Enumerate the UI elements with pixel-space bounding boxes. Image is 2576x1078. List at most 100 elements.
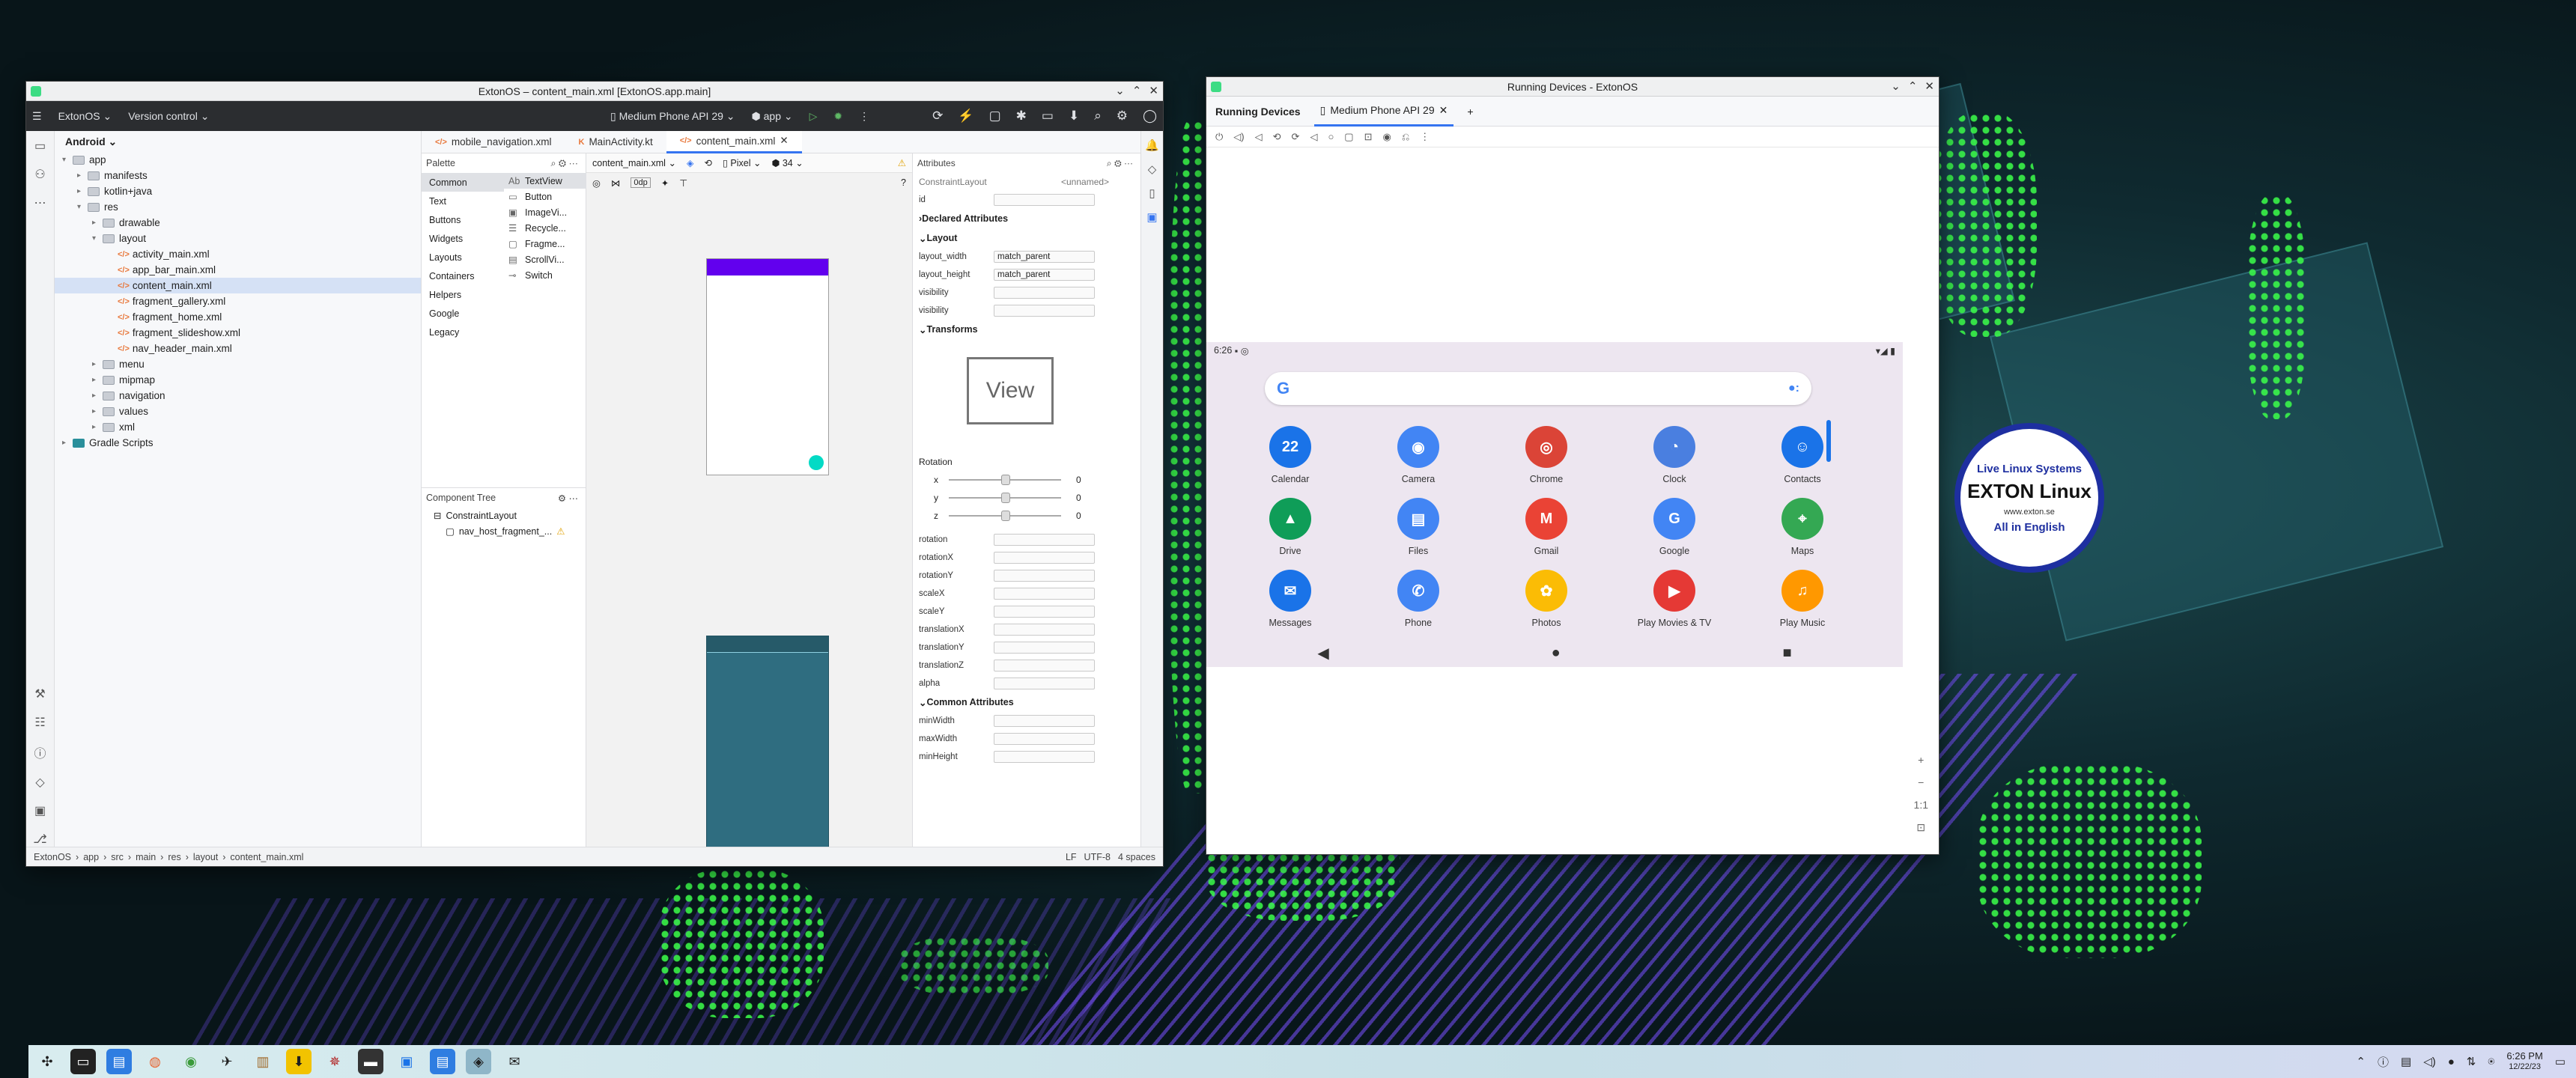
design-canvas[interactable]: content_main.xml ⌄ ◈ ⟲ ▯ Pixel ⌄ ⬢ 34 ⌄ … [586, 153, 912, 853]
volume-up-icon[interactable]: ◁) [1233, 131, 1244, 143]
breadcrumb-item[interactable]: layout [193, 852, 218, 862]
close-icon[interactable]: ✕ [1925, 79, 1934, 93]
back-icon[interactable]: ◁ [1310, 131, 1317, 143]
running-devices-icon[interactable]: ▣ [1146, 210, 1157, 224]
launcher-app[interactable]: ◎ Chrome [1501, 426, 1591, 484]
launcher-app[interactable]: ▤ Files [1373, 498, 1463, 556]
hamburger-menu-icon[interactable]: ☰ [32, 110, 42, 123]
attr-field[interactable] [994, 534, 1095, 546]
nav-back-icon[interactable]: ◀ [1317, 644, 1328, 663]
attr-field[interactable] [994, 588, 1095, 600]
launcher-app[interactable]: ✉ Messages [1245, 570, 1335, 628]
palette-category[interactable]: Containers [422, 267, 504, 285]
power-icon[interactable]: ⏻ [1215, 131, 1223, 143]
palette-category[interactable]: Common [422, 173, 504, 192]
launcher-app[interactable]: ◔ Clock [1629, 426, 1719, 484]
device-selector[interactable]: ▯ Medium Phone API 29 ⌄ [610, 110, 735, 123]
expand-arrow-icon[interactable]: ▸ [77, 171, 88, 180]
device-mirror-icon[interactable]: ▯ [1149, 186, 1155, 200]
zoom-actual[interactable]: 1:1 [1914, 799, 1928, 811]
bird-app-icon[interactable]: ✈ [214, 1049, 240, 1074]
more-icon[interactable]: ⋮ [859, 110, 869, 123]
palette-widget[interactable]: ▭ Button [504, 189, 586, 204]
guidelines-icon[interactable]: ⊤ [679, 177, 687, 189]
attr-field[interactable] [994, 606, 1095, 618]
palette-category[interactable]: Buttons [422, 210, 504, 229]
palette-widget[interactable]: ⊸ Switch [504, 267, 586, 283]
expand-arrow-icon[interactable]: ▸ [92, 407, 103, 415]
tray-expand-icon[interactable]: ⌃ [2356, 1055, 2366, 1068]
tree-item[interactable]: </> fragment_gallery.xml [55, 293, 421, 309]
attr-dropdown[interactable] [994, 305, 1095, 317]
attr-field[interactable] [994, 715, 1095, 727]
tree-item[interactable]: ▸ kotlin+java [55, 183, 421, 199]
sdk-icon[interactable]: ⬇ [1069, 109, 1079, 124]
stop-icon[interactable]: ▢ [989, 109, 1001, 124]
project-selector[interactable]: ExtonOS ⌄ [58, 110, 112, 123]
bluetooth-tray-icon[interactable]: ⍟ [2488, 1056, 2494, 1068]
snapshot-icon[interactable]: ⎌ [1402, 131, 1409, 143]
device-manager-icon[interactable]: ▭ [1042, 109, 1054, 124]
clock[interactable]: 6:26 PM 12/22/23 [2506, 1051, 2542, 1072]
rotate-right-icon[interactable]: ⟳ [1292, 131, 1300, 143]
tree-item[interactable]: ▸ values [55, 404, 421, 419]
vcs-selector[interactable]: Version control ⌄ [128, 110, 209, 123]
launcher-app[interactable]: M Gmail [1501, 498, 1591, 556]
android-studio-task-icon[interactable]: ◈ [466, 1049, 491, 1074]
rotation-slider[interactable] [949, 475, 1061, 485]
launcher-app[interactable]: ☺ Contacts [1758, 426, 1847, 484]
common-attributes-section[interactable]: ⌄ Common Attributes [913, 692, 1140, 712]
expand-arrow-icon[interactable]: ▾ [92, 234, 103, 243]
attr-field[interactable] [994, 751, 1095, 763]
file-encoding[interactable]: UTF-8 [1084, 852, 1111, 862]
tree-item[interactable]: </> activity_main.xml [55, 246, 421, 262]
tree-node-constraintlayout[interactable]: ⊟ ConstraintLayout [422, 508, 586, 523]
slider-thumb[interactable] [1001, 511, 1010, 521]
autoconnect-icon[interactable]: ⋈ [611, 177, 621, 189]
palette-category[interactable]: Widgets [422, 229, 504, 248]
zoom-fit-icon[interactable]: ⊡ [1916, 821, 1925, 834]
commit-tool-icon[interactable]: ⚇ [34, 167, 45, 182]
download-app-icon[interactable]: ⬇ [286, 1049, 312, 1074]
folder-app-icon[interactable]: ▤ [430, 1049, 455, 1074]
tree-item[interactable]: ▸ navigation [55, 388, 421, 404]
home-icon[interactable]: ○ [1328, 131, 1334, 142]
volume-down-icon[interactable]: ◁ [1255, 131, 1263, 143]
ide-title-bar[interactable]: ExtonOS – content_main.xml [ExtonOS.app.… [26, 82, 1163, 101]
attr-field[interactable] [994, 733, 1095, 745]
minimize-icon[interactable]: ⌄ [1115, 84, 1125, 97]
orientation-icon[interactable]: ⟲ [705, 157, 712, 168]
tree-item[interactable]: ▾ layout [55, 231, 421, 246]
attr-field[interactable] [994, 552, 1095, 564]
launcher-app[interactable]: ⌖ Maps [1758, 498, 1847, 556]
minimize-icon[interactable]: ⌄ [1891, 79, 1901, 93]
palette-widget[interactable]: ☰ Recycle... [504, 220, 586, 236]
problems-tool-icon[interactable]: ⓘ [34, 743, 46, 761]
screenshot-icon[interactable]: ⊡ [1364, 131, 1373, 143]
declared-attributes-section[interactable]: › Declared Attributes [913, 209, 1140, 228]
editor-tab[interactable]: K MainActivity.kt [565, 131, 666, 153]
expand-arrow-icon[interactable]: ▾ [77, 203, 88, 211]
tree-item[interactable]: </> app_bar_main.xml [55, 262, 421, 278]
attr-field[interactable] [994, 624, 1095, 636]
rotation-slider[interactable] [949, 511, 1061, 521]
attr-dropdown[interactable]: match_parent [994, 251, 1095, 263]
run-icon[interactable]: ▷ [809, 110, 818, 123]
tree-item[interactable]: </> fragment_slideshow.xml [55, 325, 421, 341]
tree-item[interactable]: </> fragment_home.xml [55, 309, 421, 325]
editor-tab[interactable]: </> content_main.xml ✕ [666, 130, 802, 153]
launcher-app[interactable]: ▶ Play Movies & TV [1629, 570, 1719, 628]
debug-icon[interactable]: ✹ [833, 110, 842, 123]
palette-category[interactable]: Helpers [422, 285, 504, 304]
tree-item[interactable]: ▸ menu [55, 356, 421, 372]
emulator-more-icon[interactable]: ⋮ [1420, 131, 1430, 143]
palette-category[interactable]: Legacy [422, 323, 504, 341]
maximize-icon[interactable]: ⌃ [1132, 84, 1142, 97]
app-launcher-icon[interactable]: ✣ [34, 1049, 60, 1074]
slider-thumb[interactable] [1001, 475, 1010, 485]
nav-recents-icon[interactable]: ■ [1782, 645, 1791, 662]
device-tab[interactable]: ▯ Medium Phone API 29 ✕ [1313, 97, 1454, 127]
close-icon[interactable]: ✕ [1149, 84, 1158, 97]
build-tool-icon[interactable]: ⚒ [34, 686, 45, 701]
attr-dropdown[interactable] [994, 287, 1095, 299]
